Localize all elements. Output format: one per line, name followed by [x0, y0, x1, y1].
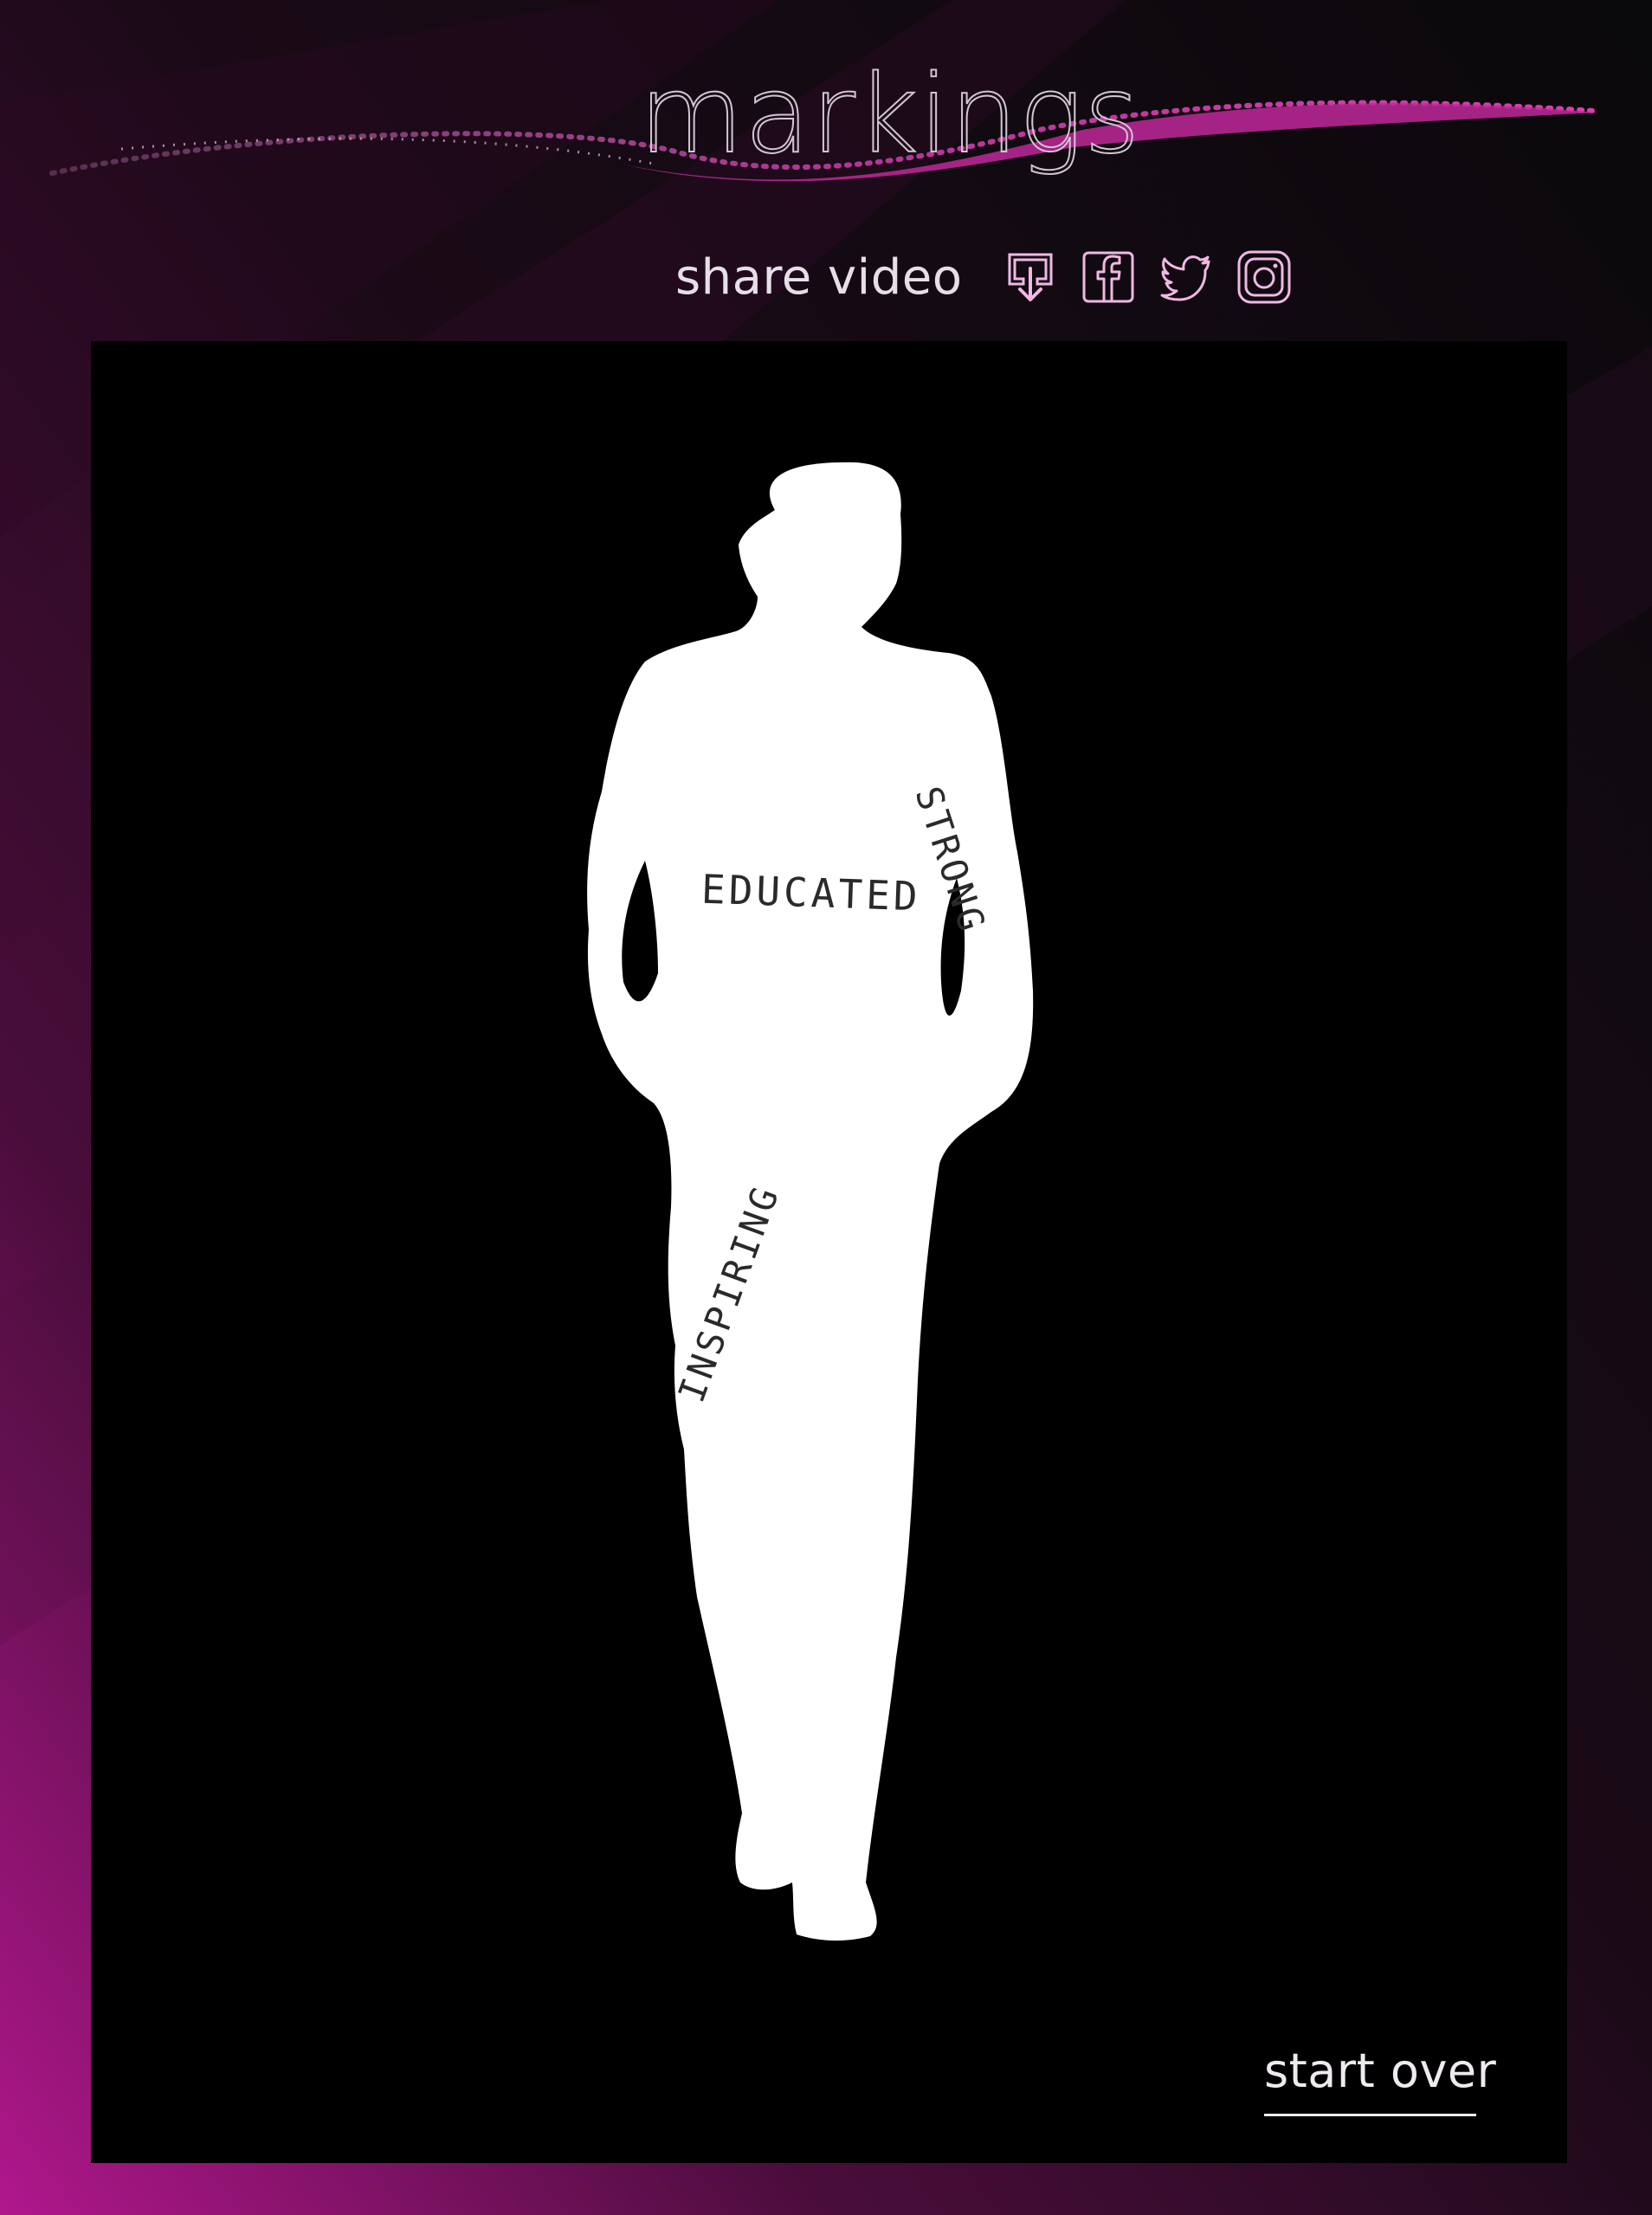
- start-over-link[interactable]: start over: [1264, 2044, 1496, 2098]
- share-video-label: share video: [675, 249, 963, 306]
- share-bar: share video: [675, 238, 1314, 316]
- instagram-icon[interactable]: [1236, 249, 1292, 305]
- download-icon[interactable]: [1003, 249, 1058, 305]
- logo: markings: [0, 0, 1652, 225]
- facebook-icon[interactable]: [1081, 249, 1136, 305]
- logo-text: markings: [638, 52, 1141, 178]
- person-silhouette: [587, 462, 1034, 1941]
- instagram-icon-glyph: [1237, 250, 1290, 304]
- twitter-icon-glyph: [1160, 255, 1210, 301]
- twitter-icon[interactable]: [1158, 249, 1214, 305]
- video-player[interactable]: EDUCATED STRONG INSPIRING start over: [91, 341, 1567, 2163]
- marking-word-educated: EDUCATED: [700, 865, 922, 920]
- start-over-underline: [1264, 2114, 1476, 2116]
- facebook-icon-glyph: [1082, 251, 1133, 303]
- download-icon-glyph: [1008, 253, 1052, 301]
